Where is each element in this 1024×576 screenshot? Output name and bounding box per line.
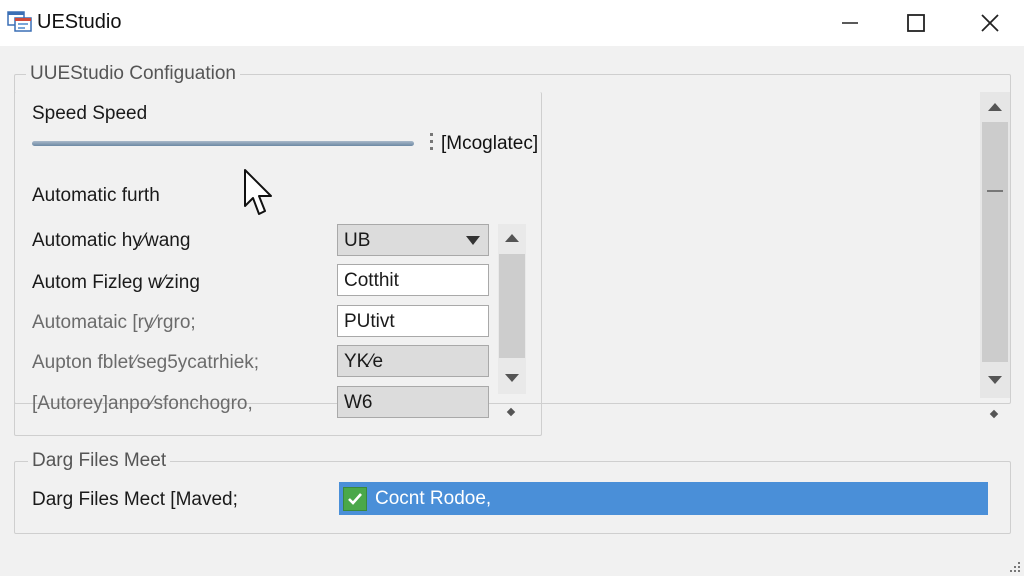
slider-separator bbox=[430, 133, 433, 155]
text-field-2-value: Cotthit bbox=[344, 270, 399, 291]
outer-scrollbar[interactable] bbox=[980, 92, 1010, 398]
text-field-3-value: PUtivt bbox=[344, 311, 395, 332]
text-field-2[interactable]: Cotthit bbox=[337, 264, 489, 296]
readonly-field-5[interactable]: W6 bbox=[337, 386, 489, 418]
check-icon bbox=[343, 486, 367, 511]
combo-value: UB bbox=[344, 230, 371, 251]
readonly-field-4-value: YK⁄e bbox=[344, 351, 384, 372]
scroll-up-icon[interactable] bbox=[988, 103, 1002, 111]
row-label-4: Aupton fblet⁄seg5ycatrhiek; bbox=[32, 352, 260, 373]
scroll-down-icon[interactable] bbox=[505, 374, 519, 382]
readonly-field-5-value: W6 bbox=[344, 392, 373, 413]
app-icon bbox=[7, 11, 32, 32]
files-group-legend: Darg Files Meet bbox=[28, 450, 171, 472]
readonly-field-4[interactable]: YK⁄e bbox=[337, 345, 489, 377]
scroll-up-icon[interactable] bbox=[505, 234, 519, 242]
speed-label: Speed Speed bbox=[32, 103, 148, 124]
speed-value: [Mcoglatec] bbox=[441, 133, 539, 154]
config-group-legend: UUEStudio Configuation bbox=[26, 63, 240, 85]
combo-box[interactable]: UB bbox=[337, 224, 489, 256]
inner-scrollbar[interactable] bbox=[498, 224, 526, 394]
status-bar: Cocnt Rodoe, bbox=[339, 482, 988, 515]
row-label-1: Automatic hy⁄wang bbox=[32, 230, 191, 251]
speed-slider[interactable] bbox=[32, 141, 414, 146]
maximize-button[interactable] bbox=[882, 0, 950, 46]
scroll-down-icon[interactable] bbox=[988, 376, 1002, 384]
dropdown-arrow-icon[interactable] bbox=[466, 236, 480, 245]
row-label-5: [Autorey]anpo⁄sfonchogro, bbox=[32, 393, 253, 414]
section-label: Automatic furth bbox=[32, 185, 160, 206]
files-label: Darg Files Mect [Maved; bbox=[32, 489, 238, 510]
scrollbar-thumb[interactable] bbox=[982, 122, 1008, 362]
row-label-3: Automataic [ry⁄rgro; bbox=[32, 312, 196, 333]
maximize-icon bbox=[907, 14, 925, 32]
status-text: Cocnt Rodoe, bbox=[375, 487, 492, 509]
close-button[interactable] bbox=[956, 0, 1024, 46]
minimize-button[interactable] bbox=[816, 0, 884, 46]
size-grip-icon[interactable] bbox=[1008, 560, 1022, 574]
row-label-2: Autom Fizleg w⁄zing bbox=[32, 272, 200, 293]
scrollbar-thumb[interactable] bbox=[499, 254, 525, 358]
window-title: UEStudio bbox=[37, 11, 122, 33]
mouse-cursor-icon bbox=[244, 169, 272, 215]
close-icon bbox=[981, 14, 999, 32]
text-field-3[interactable]: PUtivt bbox=[337, 305, 489, 337]
scrollbar-grip-icon bbox=[987, 190, 1003, 192]
resize-dot-icon bbox=[989, 409, 999, 419]
title-bar: UEStudio bbox=[0, 0, 1024, 46]
minimize-icon bbox=[842, 22, 858, 24]
